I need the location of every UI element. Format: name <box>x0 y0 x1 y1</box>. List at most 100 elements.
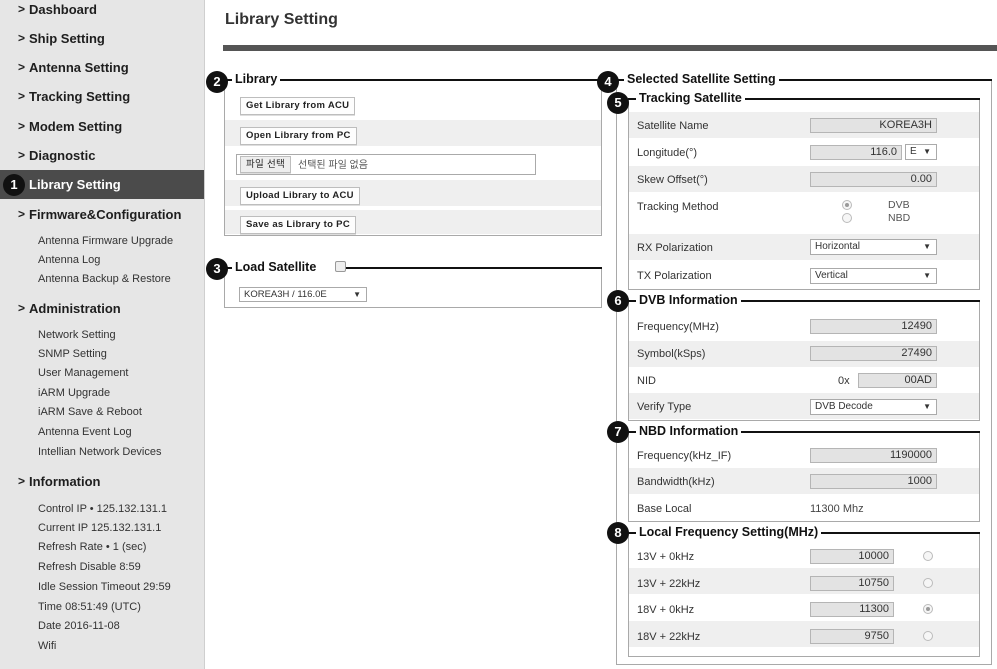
local-frequency-radio[interactable] <box>923 631 933 641</box>
nav-ship-setting[interactable]: > Ship Setting <box>0 24 204 53</box>
load-satellite-select[interactable]: KOREA3H / 116.0E ▼ <box>239 287 367 302</box>
dvb-frequency-label: Frequency(MHz) <box>637 321 719 333</box>
sub-iarm-save-reboot[interactable]: iARM Save & Reboot <box>38 405 142 419</box>
nid-label: NID <box>637 375 656 387</box>
chevron-right-icon: > <box>18 207 26 221</box>
verify-type-label: Verify Type <box>637 401 692 413</box>
page-title: Library Setting <box>225 11 338 28</box>
sub-antenna-log[interactable]: Antenna Log <box>38 253 100 267</box>
local-row-label: 13V + 0kHz <box>637 551 695 563</box>
chevron-right-icon: > <box>18 474 26 488</box>
nbd-frequency-label: Frequency(kHz_IF) <box>637 450 732 462</box>
info-wifi: Wifi <box>38 640 57 652</box>
nav-firmware-configuration[interactable]: > Firmware&Configuration <box>0 200 204 229</box>
local-frequency-field[interactable]: 10750 <box>810 576 894 591</box>
nid-prefix: 0x <box>838 375 850 387</box>
load-satellite-checkbox[interactable] <box>335 261 346 272</box>
nav-information[interactable]: > Information <box>0 467 204 496</box>
sub-antenna-firmware-upgrade[interactable]: Antenna Firmware Upgrade <box>38 234 173 248</box>
tracking-satellite-legend: Tracking Satellite <box>636 90 745 106</box>
callout-marker-3: 3 <box>206 258 228 280</box>
tx-polarization-select[interactable]: Vertical ▼ <box>810 268 937 284</box>
sub-user-management[interactable]: User Management <box>38 366 129 380</box>
chevron-right-icon: > <box>18 60 26 74</box>
satellite-name-field[interactable]: KOREA3H <box>810 118 937 133</box>
verify-type-select[interactable]: DVB Decode ▼ <box>810 399 937 415</box>
local-row-label: 18V + 0kHz <box>637 604 695 616</box>
nav-diagnostic[interactable]: > Diagnostic <box>0 141 204 170</box>
file-status: 선택된 파일 없음 <box>298 160 368 171</box>
callout-marker-1: 1 <box>3 174 25 196</box>
info-refresh-disable: Refresh Disable 8:59 <box>38 561 141 573</box>
local-frequency-legend: Local Frequency Setting(MHz) <box>636 524 822 540</box>
sub-snmp-setting[interactable]: SNMP Setting <box>38 347 107 361</box>
callout-marker-4: 4 <box>597 71 619 93</box>
tracking-method-dvb-radio[interactable] <box>842 200 852 210</box>
base-local-label: Base Local <box>637 503 692 515</box>
nbd-frequency-field[interactable]: 1190000 <box>810 448 937 463</box>
sidebar: > Dashboard > Ship Setting > Antenna Settin… <box>0 0 205 669</box>
local-frequency-radio[interactable] <box>923 604 933 614</box>
main-content: Library Setting Library Get Library from… <box>206 0 997 669</box>
local-frequency-field[interactable]: 10000 <box>810 549 894 564</box>
tracking-method-nbd-radio[interactable] <box>842 213 852 223</box>
file-select-button[interactable]: 파일 선택 <box>240 156 292 173</box>
tracking-method-dvb-label: DVB <box>888 199 910 211</box>
longitude-field[interactable]: 116.0 <box>810 145 902 160</box>
chevron-right-icon: > <box>18 148 26 162</box>
longitude-label: Longitude(°) <box>637 147 698 159</box>
nav-administration[interactable]: > Administration <box>0 294 204 323</box>
nav-antenna-setting[interactable]: > Antenna Setting <box>0 53 204 82</box>
info-time: Time 08:51:49 (UTC) <box>38 601 141 613</box>
longitude-direction-select[interactable]: E ▼ <box>905 144 937 160</box>
base-local-value: 11300 Mhz <box>810 503 864 515</box>
local-row-label: 13V + 22kHz <box>637 578 701 590</box>
dvb-frequency-field[interactable]: 12490 <box>810 319 937 334</box>
nav-modem-setting[interactable]: > Modem Setting <box>0 112 204 141</box>
nbd-bandwidth-field[interactable]: 1000 <box>810 474 937 489</box>
rx-polarization-select[interactable]: Horizontal ▼ <box>810 239 937 255</box>
dvb-information-legend: DVB Information <box>636 292 741 308</box>
tx-polarization-label: TX Polarization <box>637 270 712 282</box>
chevron-right-icon: > <box>18 89 26 103</box>
sub-intellian-network-devices[interactable]: Intellian Network Devices <box>38 445 162 459</box>
callout-marker-6: 6 <box>607 290 629 312</box>
selected-satellite-legend: Selected Satellite Setting <box>624 71 779 87</box>
dropdown-arrow-icon: ▼ <box>923 402 931 411</box>
local-row-label: 18V + 22kHz <box>637 631 701 643</box>
callout-marker-5: 5 <box>607 92 629 114</box>
chevron-right-icon: > <box>18 2 26 16</box>
nav-dashboard[interactable]: > Dashboard <box>0 0 204 24</box>
info-date: Date 2016-11-08 <box>38 620 120 632</box>
local-frequency-field[interactable]: 9750 <box>810 629 894 644</box>
local-frequency-radio[interactable] <box>923 578 933 588</box>
sub-antenna-backup-restore[interactable]: Antenna Backup & Restore <box>38 272 171 286</box>
dvb-symbol-label: Symbol(kSps) <box>637 348 706 360</box>
nid-field[interactable]: 00AD <box>858 373 937 388</box>
open-library-from-pc-button[interactable]: Open Library from PC <box>240 127 357 145</box>
upload-library-to-acu-button[interactable]: Upload Library to ACU <box>240 187 360 205</box>
dropdown-arrow-icon: ▼ <box>923 271 931 280</box>
chevron-right-icon: > <box>18 119 26 133</box>
sub-antenna-event-log[interactable]: Antenna Event Log <box>38 425 132 439</box>
skew-offset-field[interactable]: 0.00 <box>810 172 937 187</box>
sub-iarm-upgrade[interactable]: iARM Upgrade <box>38 386 110 400</box>
info-refresh-rate: Refresh Rate • 1 (sec) <box>38 541 147 553</box>
info-control-ip: Control IP • 125.132.131.1 <box>38 503 168 515</box>
local-frequency-field[interactable]: 11300 <box>810 602 894 617</box>
load-satellite-legend: Load Satellite <box>232 259 339 275</box>
nbd-information-legend: NBD Information <box>636 423 742 439</box>
sub-network-setting[interactable]: Network Setting <box>38 328 116 342</box>
get-library-from-acu-button[interactable]: Get Library from ACU <box>240 97 356 115</box>
nav-tracking-setting[interactable]: > Tracking Setting <box>0 82 204 111</box>
rx-polarization-label: RX Polarization <box>637 242 713 254</box>
save-as-library-to-pc-button[interactable]: Save as Library to PC <box>240 216 356 234</box>
local-frequency-radio[interactable] <box>923 551 933 561</box>
dropdown-arrow-icon: ▼ <box>923 242 931 251</box>
info-current-ip: Current IP 125.132.131.1 <box>38 522 162 534</box>
library-legend: Library <box>232 71 281 87</box>
title-divider <box>223 45 997 51</box>
nav-library-setting[interactable]: >Library Setting <box>0 170 204 199</box>
dropdown-arrow-icon: ▼ <box>353 290 361 299</box>
dvb-symbol-field[interactable]: 27490 <box>810 346 937 361</box>
